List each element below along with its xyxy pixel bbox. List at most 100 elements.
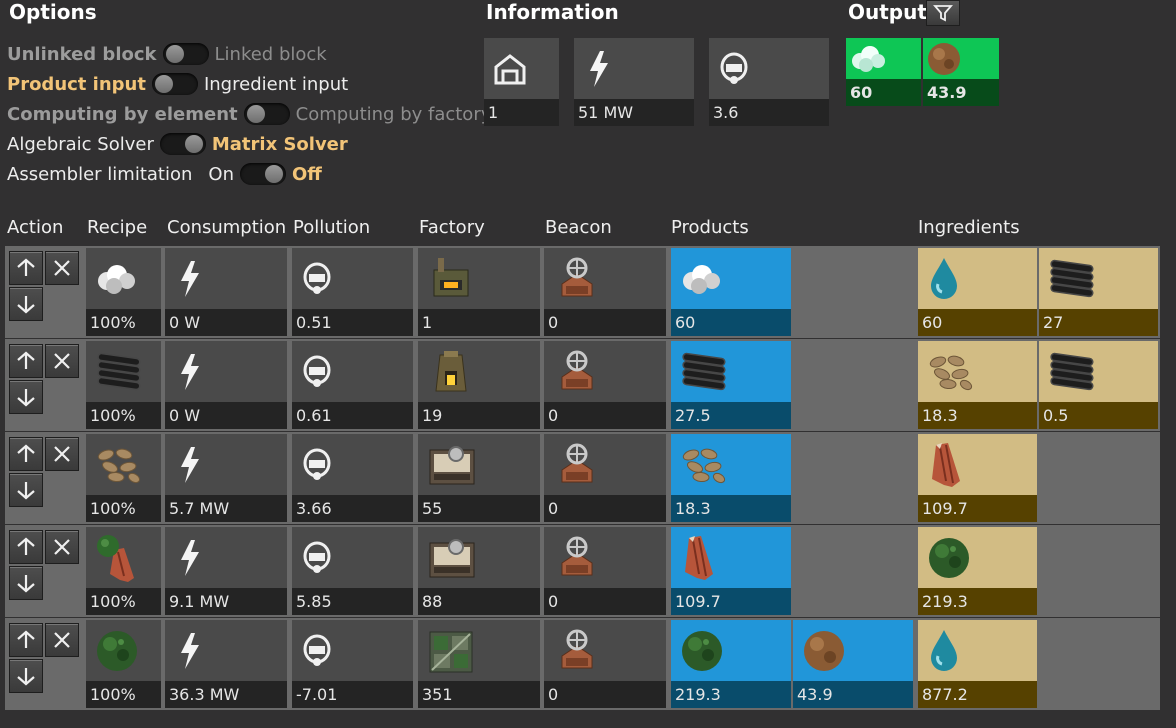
delete-button[interactable] <box>45 623 79 657</box>
factory-tile[interactable]: 19 <box>418 341 540 429</box>
arrow-down-icon <box>17 668 35 686</box>
beacon-tile[interactable]: 0 <box>544 341 666 429</box>
steam-icon <box>86 248 161 309</box>
col-pollution: Pollution <box>293 217 371 238</box>
coal-logs-icon <box>86 341 161 402</box>
recipe-tile[interactable]: 100% <box>86 248 161 336</box>
assembler-icon <box>418 434 540 495</box>
toggle-computing-by[interactable]: Computing by element Computing by factor… <box>7 101 491 127</box>
close-icon <box>54 260 70 276</box>
arrow-down-icon <box>17 389 35 407</box>
beacon-tile[interactable]: 0 <box>544 434 666 522</box>
wood-pellets-icon <box>918 341 1037 402</box>
ingredient-tile[interactable]: 27 <box>1039 248 1158 336</box>
info-power-tile: 51 MW <box>574 38 694 126</box>
power-icon <box>165 248 287 309</box>
factory-tile[interactable]: 1 <box>418 248 540 336</box>
pollution-tile: 0.61 <box>292 341 413 429</box>
switch-linked-block[interactable] <box>162 43 209 65</box>
pollution-tile-value: 0.61 <box>292 402 413 429</box>
factory-tile[interactable]: 351 <box>418 620 540 708</box>
switch-assembler-limitation[interactable] <box>239 163 286 185</box>
switch-product-input[interactable] <box>151 73 198 95</box>
moss-ball-icon <box>86 620 161 681</box>
delete-button[interactable] <box>45 344 79 378</box>
recipe-tile[interactable]: 100% <box>86 527 161 615</box>
bark-icon <box>671 527 791 588</box>
toggle-linked-block[interactable]: Unlinked block Linked block <box>7 41 327 67</box>
consumption-tile-value: 36.3 MW <box>165 681 287 708</box>
move-up-button[interactable] <box>9 251 43 285</box>
product-tile[interactable]: 219.3 <box>671 620 791 708</box>
beacon-tile[interactable]: 0 <box>544 620 666 708</box>
recipe-tile-value: 100% <box>86 681 161 708</box>
move-up-button[interactable] <box>9 437 43 471</box>
beacon-tile[interactable]: 0 <box>544 248 666 336</box>
filter-button[interactable] <box>926 0 960 26</box>
move-up-button[interactable] <box>9 530 43 564</box>
moss-ball-icon <box>671 620 791 681</box>
furnace-icon <box>418 341 540 402</box>
recipe-tile[interactable]: 100% <box>86 341 161 429</box>
coal-logs-icon <box>1039 341 1158 402</box>
recipe-tile-value: 100% <box>86 588 161 615</box>
toggle-assembler-limitation[interactable]: Assembler limitation On Off <box>7 161 322 187</box>
info-building-tile: 1 <box>484 38 559 126</box>
ingredient-tile[interactable]: 877.2 <box>918 620 1037 708</box>
ingredient-tile[interactable]: 109.7 <box>918 434 1037 522</box>
move-down-button[interactable] <box>9 287 43 321</box>
recipe-tile-value: 100% <box>86 495 161 522</box>
product-tile[interactable]: 60 <box>671 248 791 336</box>
beacon-tile-value: 0 <box>544 402 666 429</box>
output-steam-tile[interactable]: 60 <box>846 38 921 106</box>
move-up-button[interactable] <box>9 344 43 378</box>
pollution-tile: 0.51 <box>292 248 413 336</box>
consumption-tile-value: 5.7 MW <box>165 495 287 522</box>
recipe-tile[interactable]: 100% <box>86 620 161 708</box>
arrow-down-icon <box>17 575 35 593</box>
product-tile[interactable]: 18.3 <box>671 434 791 522</box>
water-icon <box>918 620 1037 681</box>
move-down-button[interactable] <box>9 659 43 693</box>
wood-ball-icon <box>923 38 999 79</box>
ingredient-tile[interactable]: 0.5 <box>1039 341 1158 429</box>
move-down-button[interactable] <box>9 380 43 414</box>
output-wood-ball-tile[interactable]: 43.9 <box>923 38 999 106</box>
toggle-right-label: Matrix Solver <box>211 133 348 155</box>
move-up-button[interactable] <box>9 623 43 657</box>
bark-icon <box>918 434 1037 495</box>
filter-icon <box>933 5 953 22</box>
ingredient-tile[interactable]: 219.3 <box>918 527 1037 615</box>
info-power-value: 51 MW <box>574 99 694 126</box>
close-icon <box>54 539 70 555</box>
delete-button[interactable] <box>45 530 79 564</box>
beacon-icon <box>544 527 666 588</box>
toggle-solver[interactable]: Algebraic Solver Matrix Solver <box>7 131 348 157</box>
move-down-button[interactable] <box>9 473 43 507</box>
switch-solver[interactable] <box>159 133 206 155</box>
ingredient-tile[interactable]: 18.3 <box>918 341 1037 429</box>
recipe-tile[interactable]: 100% <box>86 434 161 522</box>
beacon-icon <box>544 248 666 309</box>
ingredient-tile[interactable]: 60 <box>918 248 1037 336</box>
coal-logs-icon <box>1039 248 1158 309</box>
beacon-tile[interactable]: 0 <box>544 527 666 615</box>
factory-tile[interactable]: 88 <box>418 527 540 615</box>
ingredient-tile-value: 109.7 <box>918 495 1037 522</box>
product-tile[interactable]: 109.7 <box>671 527 791 615</box>
close-icon <box>54 632 70 648</box>
factory-tile[interactable]: 55 <box>418 434 540 522</box>
product-tile[interactable]: 27.5 <box>671 341 791 429</box>
move-down-button[interactable] <box>9 566 43 600</box>
product-tile[interactable]: 43.9 <box>793 620 913 708</box>
delete-button[interactable] <box>45 437 79 471</box>
ingredient-tile-value: 0.5 <box>1039 402 1158 429</box>
pollution-tile-value: 5.85 <box>292 588 413 615</box>
switch-computing-by[interactable] <box>243 103 290 125</box>
toggle-product-input[interactable]: Product input Ingredient input <box>7 71 348 97</box>
pollution-tile: 3.66 <box>292 434 413 522</box>
consumption-tile: 36.3 MW <box>165 620 287 708</box>
delete-button[interactable] <box>45 251 79 285</box>
toggle-left-label: Algebraic Solver <box>7 133 154 155</box>
recipe-tile-value: 100% <box>86 402 161 429</box>
